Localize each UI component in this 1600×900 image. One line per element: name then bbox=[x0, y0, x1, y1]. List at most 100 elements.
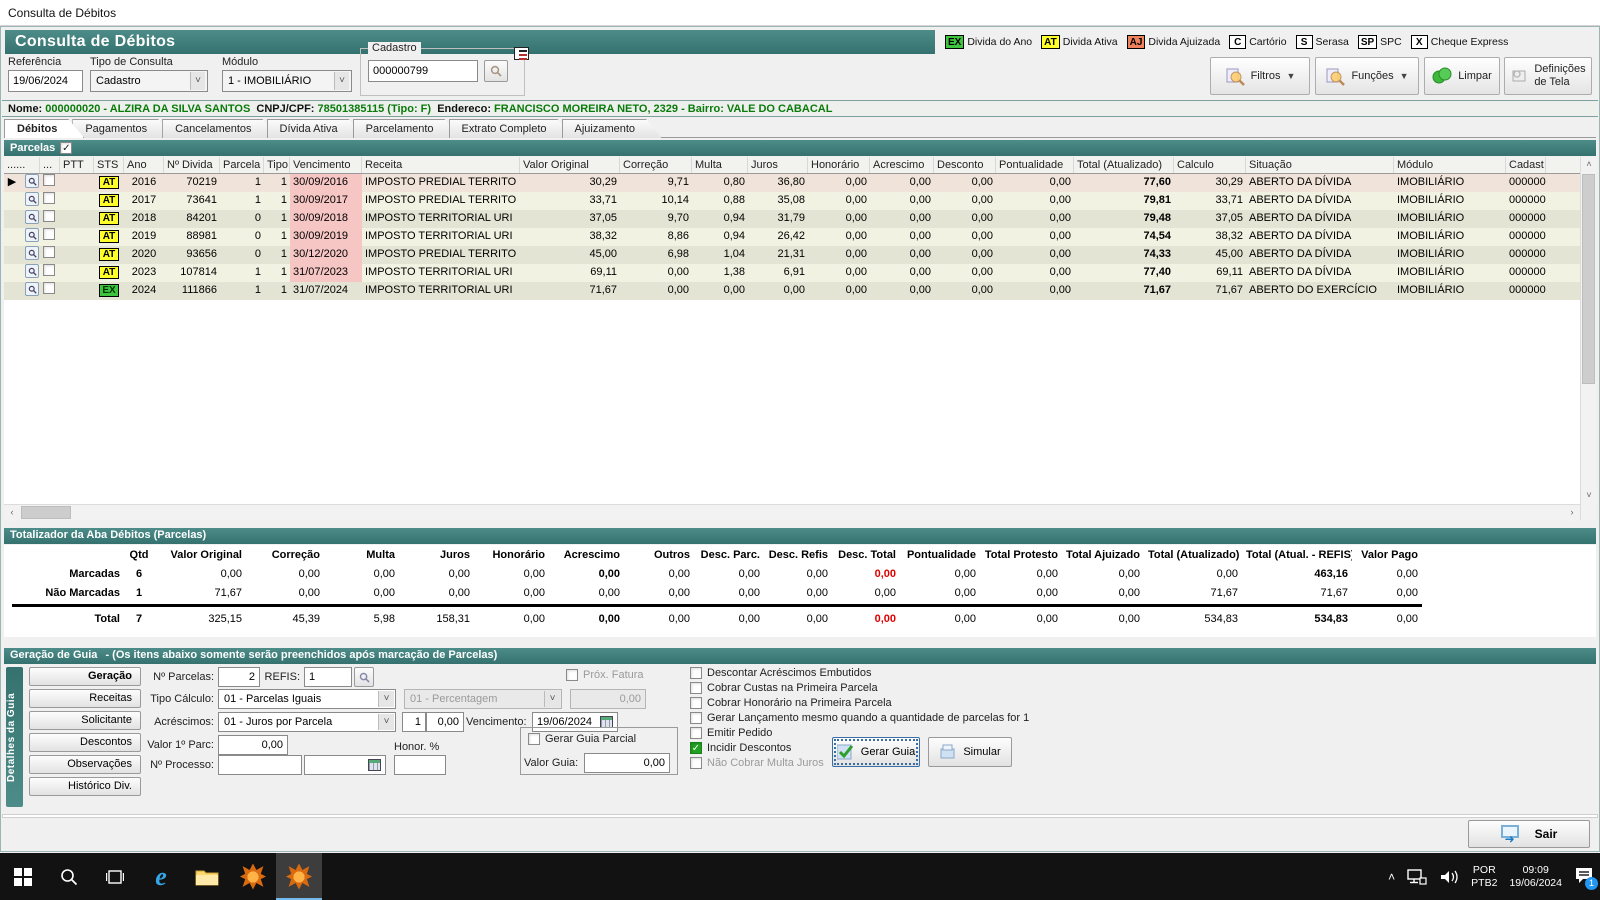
row-zoom-button[interactable] bbox=[20, 282, 40, 300]
tab-d-vida-ativa[interactable]: Dívida Ativa bbox=[267, 119, 365, 138]
internet-explorer-button[interactable]: e bbox=[138, 853, 184, 900]
guia-checkbox-3[interactable]: Cobrar Honorário na Primeira Parcela bbox=[690, 697, 892, 709]
grid-col-header[interactable]: PTT bbox=[60, 157, 94, 173]
language-indicator[interactable]: PORPTB2 bbox=[1471, 864, 1497, 890]
acrescimos-count-input[interactable]: 1 bbox=[402, 712, 426, 732]
grid-col-header[interactable]: Honorário bbox=[808, 157, 870, 173]
prox-fatura-checkbox[interactable]: Próx. Fatura bbox=[566, 669, 644, 681]
tab-d-bitos[interactable]: Débitos bbox=[4, 119, 84, 138]
processo-input-1[interactable] bbox=[218, 755, 302, 775]
side-button-hist-rico-div-[interactable]: Histórico Div. bbox=[29, 777, 141, 796]
taskbar-search-button[interactable] bbox=[46, 853, 92, 900]
guia-checkbox-5[interactable]: Emitir Pedido bbox=[690, 727, 772, 739]
calculator-icon[interactable] bbox=[368, 759, 381, 771]
horizontal-scrollbar[interactable]: ‹ › bbox=[4, 504, 1580, 520]
processo-input-2[interactable] bbox=[304, 755, 386, 775]
row-checkbox[interactable] bbox=[40, 210, 60, 228]
grid-col-header[interactable]: STS bbox=[94, 157, 124, 173]
refis-input[interactable]: 1 bbox=[304, 667, 352, 687]
row-checkbox[interactable] bbox=[40, 246, 60, 264]
row-checkbox[interactable] bbox=[40, 192, 60, 210]
grid-col-header[interactable]: Tipo bbox=[264, 157, 290, 173]
grid-col-header[interactable]: Vencimento bbox=[290, 157, 362, 173]
tab-ajuizamento[interactable]: Ajuizamento bbox=[562, 119, 663, 138]
guia-checkbox-1[interactable]: Descontar Acréscimos Embutidos bbox=[690, 667, 871, 679]
valor1-input[interactable]: 0,00 bbox=[218, 735, 288, 755]
side-button-solicitante[interactable]: Solicitante bbox=[29, 711, 141, 730]
grid-col-header[interactable]: Cadast bbox=[1506, 157, 1546, 173]
n-parcelas-input[interactable]: 2 bbox=[218, 667, 260, 687]
cadastro-input[interactable]: 000000799 bbox=[368, 60, 478, 82]
grid-col-header[interactable]: Correção bbox=[620, 157, 692, 173]
scroll-down-icon[interactable]: ˅ bbox=[1581, 488, 1597, 504]
list-icon[interactable] bbox=[514, 47, 529, 60]
grid-col-header[interactable]: Parcela bbox=[220, 157, 264, 173]
simular-button[interactable]: Simular bbox=[928, 737, 1012, 767]
grid-col-header[interactable]: Situação bbox=[1246, 157, 1394, 173]
app-icon-2-button[interactable] bbox=[276, 853, 322, 900]
grid-col-header[interactable]: ... bbox=[40, 157, 60, 173]
start-button[interactable] bbox=[0, 853, 46, 900]
table-row[interactable]: AT2020936560130/12/2020IMPOSTO PREDIAL T… bbox=[4, 246, 1596, 264]
network-icon[interactable] bbox=[1407, 869, 1427, 885]
grid-col-header[interactable]: ...... bbox=[4, 157, 40, 173]
row-zoom-button[interactable] bbox=[20, 264, 40, 282]
table-row[interactable]: EX20241118661131/07/2024IMPOSTO TERRITOR… bbox=[4, 282, 1596, 300]
row-checkbox[interactable] bbox=[40, 264, 60, 282]
grid-col-header[interactable]: Receita bbox=[362, 157, 520, 173]
detalhes-guia-vertical-tab[interactable]: Detalhes da Guia bbox=[6, 667, 23, 807]
action-center-button[interactable]: 1 bbox=[1574, 866, 1594, 887]
speaker-icon[interactable] bbox=[1439, 869, 1459, 885]
tab-cancelamentos[interactable]: Cancelamentos bbox=[162, 119, 278, 138]
table-row[interactable]: AT20231078141131/07/2023IMPOSTO TERRITOR… bbox=[4, 264, 1596, 282]
table-row[interactable]: AT2019889810130/09/2019IMPOSTO TERRITORI… bbox=[4, 228, 1596, 246]
scroll-left-icon[interactable]: ‹ bbox=[4, 505, 20, 521]
row-checkbox[interactable] bbox=[40, 228, 60, 246]
scroll-right-icon[interactable]: › bbox=[1564, 505, 1580, 521]
tipo-calculo-select[interactable]: 01 - Parcelas Iguais bbox=[218, 689, 396, 709]
side-button-observa-es[interactable]: Observações bbox=[29, 755, 141, 774]
valor-guia-input[interactable]: 0,00 bbox=[584, 753, 670, 773]
row-zoom-button[interactable] bbox=[20, 210, 40, 228]
side-button-gera-o[interactable]: Geração bbox=[29, 667, 141, 686]
row-zoom-button[interactable] bbox=[20, 192, 40, 210]
gerar-guia-button[interactable]: Gerar Guia bbox=[832, 737, 920, 767]
row-zoom-button[interactable] bbox=[20, 228, 40, 246]
scroll-up-icon[interactable]: ˄ bbox=[1581, 157, 1597, 173]
refis-search-button[interactable] bbox=[354, 667, 374, 687]
guia-checkbox-2[interactable]: Cobrar Custas na Primeira Parcela bbox=[690, 682, 878, 694]
funcoes-button[interactable]: Funções▼ bbox=[1315, 57, 1419, 95]
side-button-receitas[interactable]: Receitas bbox=[29, 689, 141, 708]
hidden-icons-chevron[interactable]: ˄ bbox=[1388, 870, 1395, 884]
row-checkbox[interactable] bbox=[40, 174, 60, 192]
grid-col-header[interactable]: Módulo bbox=[1394, 157, 1506, 173]
acrescimos-select[interactable]: 01 - Juros por Parcela bbox=[218, 712, 396, 732]
grid-col-header[interactable]: Nº Divida bbox=[164, 157, 220, 173]
modulo-select[interactable]: 1 - IMOBILIÁRIO bbox=[222, 70, 352, 92]
grid-col-header[interactable]: Ano bbox=[124, 157, 164, 173]
parcelas-checkbox[interactable] bbox=[60, 142, 72, 154]
table-row[interactable]: AT2018842010130/09/2018IMPOSTO TERRITORI… bbox=[4, 210, 1596, 228]
grid-col-header[interactable]: Desconto bbox=[934, 157, 996, 173]
row-zoom-button[interactable] bbox=[20, 174, 40, 192]
vertical-scrollbar[interactable]: ˄ ˅ bbox=[1580, 157, 1596, 520]
table-row[interactable]: ▶AT2016702191130/09/2016IMPOSTO PREDIAL … bbox=[4, 174, 1596, 192]
row-zoom-button[interactable] bbox=[20, 246, 40, 264]
acrescimos-value-input[interactable]: 0,00 bbox=[426, 712, 464, 732]
guia-checkbox-4[interactable]: Gerar Lançamento mesmo quando a quantida… bbox=[690, 712, 1029, 724]
grid-col-header[interactable]: Pontualidade bbox=[996, 157, 1074, 173]
grid-col-header[interactable]: Juros bbox=[748, 157, 808, 173]
clock[interactable]: 09:0919/06/2024 bbox=[1509, 864, 1562, 890]
guia-checkbox-6[interactable]: Incidir Descontos bbox=[690, 742, 791, 754]
gerar-guia-parcial-checkbox[interactable]: Gerar Guia Parcial bbox=[528, 733, 636, 745]
limpar-button[interactable]: Limpar bbox=[1424, 57, 1500, 95]
filtros-button[interactable]: Filtros▼ bbox=[1210, 57, 1310, 95]
table-row[interactable]: AT2017736411130/09/2017IMPOSTO PREDIAL T… bbox=[4, 192, 1596, 210]
row-checkbox[interactable] bbox=[40, 282, 60, 300]
referencia-input[interactable]: 19/06/2024 bbox=[8, 70, 83, 92]
tipo-consulta-select[interactable]: Cadastro bbox=[90, 70, 208, 92]
grid-col-header[interactable]: Valor Original bbox=[520, 157, 620, 173]
grid-col-header[interactable]: Total (Atualizado) bbox=[1074, 157, 1174, 173]
cadastro-search-button[interactable] bbox=[484, 60, 508, 82]
sair-button[interactable]: ➜ Sair bbox=[1468, 820, 1590, 848]
